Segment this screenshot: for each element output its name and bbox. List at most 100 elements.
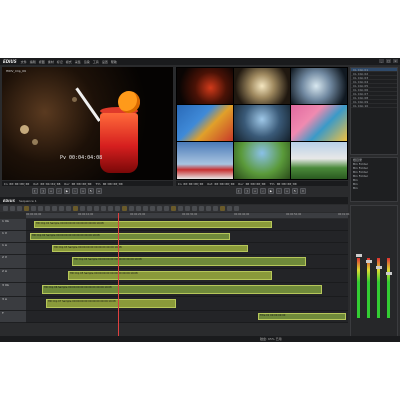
asset-bin[interactable]: CL Clip 01 CL Clip 02 CL Clip 03 CL Clip 04… [350, 67, 398, 155]
track-lane[interactable]: HD Clip 02 Sample 00:00:00:00 00:00:00 0… [26, 231, 348, 243]
track-lane[interactable]: HD Clip 04 Sample 00:00:00:00 00:00:00 0… [26, 255, 348, 269]
timeline-tool-icon[interactable] [129, 206, 134, 211]
timeline-clip[interactable]: HD Clip 07 Sample 00:00:00:00 00:00:00 0… [46, 299, 176, 308]
track-lane[interactable]: Title 01 00:00:00:00 [26, 311, 348, 323]
menu-item-5[interactable]: 模式 [66, 60, 72, 64]
timeline-tool-icon[interactable] [206, 206, 211, 211]
playhead[interactable] [118, 213, 119, 339]
set-in-button[interactable]: [ [32, 188, 38, 194]
menu-item-2[interactable]: 视图 [39, 60, 45, 64]
track-lane[interactable]: HD Clip 01 Sample 00:00:00:00 00:00:00 0… [26, 219, 348, 231]
timeline-tool-icon[interactable] [171, 206, 176, 211]
track-header[interactable]: 1 A [0, 243, 26, 255]
volume-fader[interactable] [376, 266, 382, 269]
maximize-button[interactable]: □ [386, 59, 391, 63]
menu-item-1[interactable]: 编辑 [30, 60, 36, 64]
rec-export-button[interactable]: ⇪ [300, 188, 306, 194]
track-header[interactable]: 3 VA [0, 283, 26, 297]
timeline-tool-icon[interactable] [31, 206, 36, 211]
rec-step-forward-button[interactable]: › [276, 188, 282, 194]
track-header[interactable]: 2 V [0, 255, 26, 269]
timeline-tool-icon[interactable] [108, 206, 113, 211]
menu-item-3[interactable]: 素材 [48, 60, 54, 64]
timeline-tool-icon[interactable] [3, 206, 8, 211]
rec-rewind-button[interactable]: « [252, 188, 258, 194]
step-back-button[interactable]: ‹ [56, 188, 62, 194]
timeline-tool-icon[interactable] [192, 206, 197, 211]
menu-item-6[interactable]: 采集 [75, 60, 81, 64]
loop-button[interactable]: ↻ [88, 188, 94, 194]
timeline-tool-icon[interactable] [227, 206, 232, 211]
close-button[interactable]: × [393, 59, 398, 63]
timeline-tool-icon[interactable] [220, 206, 225, 211]
timeline-tool-icon[interactable] [94, 206, 99, 211]
recorder-preview[interactable] [176, 67, 348, 180]
timeline-tool-icon[interactable] [10, 206, 15, 211]
timeline-tool-icon[interactable] [24, 206, 29, 211]
timeline-tool-icon[interactable] [213, 206, 218, 211]
timeline-clip[interactable]: HD Clip 02 Sample 00:00:00:00 00:00:00 0… [30, 233, 230, 240]
menu-item-9[interactable]: 设置 [102, 60, 108, 64]
folder-item[interactable]: Bin [351, 186, 397, 190]
track-header[interactable]: 3 A [0, 297, 26, 311]
timeline-clip[interactable]: HD Clip 06 Sample 00:00:00:00 00:00:00 0… [42, 285, 322, 294]
timeline-tool-icon[interactable] [157, 206, 162, 211]
rec-set-in-button[interactable]: [ [236, 188, 242, 194]
timeline-tool-icon[interactable] [101, 206, 106, 211]
timeline-tool-icon[interactable] [17, 206, 22, 211]
timeline-tool-icon[interactable] [234, 206, 239, 211]
timeline-clip[interactable]: HD Clip 01 Sample 00:00:00:00 00:00:00 0… [34, 221, 272, 228]
timeline-tool-icon[interactable] [52, 206, 57, 211]
track-lane[interactable]: HD Clip 06 Sample 00:00:00:00 00:00:00 0… [26, 283, 348, 297]
rec-fast-forward-button[interactable]: » [284, 188, 290, 194]
timeline-clip[interactable]: Title 01 00:00:00:00 [258, 313, 346, 320]
timeline-tool-icon[interactable] [87, 206, 92, 211]
track-header[interactable]: 2 A [0, 269, 26, 283]
timeline-tool-icon[interactable] [178, 206, 183, 211]
rec-loop-button[interactable]: ↻ [292, 188, 298, 194]
play-button[interactable]: ▶ [64, 188, 70, 194]
timeline-tool-icon[interactable] [38, 206, 43, 211]
timeline-clip[interactable]: HD Clip 04 Sample 00:00:00:00 00:00:00 0… [72, 257, 306, 266]
timeline-tool-icon[interactable] [115, 206, 120, 211]
volume-fader[interactable] [356, 254, 362, 257]
track-lane[interactable]: HD Clip 03 Sample 00:00:00:00 00:00:00 0… [26, 243, 348, 255]
insert-button[interactable]: + [96, 188, 102, 194]
timeline-tool-icon[interactable] [45, 206, 50, 211]
menu-item-8[interactable]: 工具 [93, 60, 99, 64]
timeline-tracks[interactable]: 1 VA HD Clip 01 Sample 00:00:00:00 00:00:… [0, 219, 348, 339]
minimize-button[interactable]: _ [379, 59, 384, 63]
timeline-tool-icon[interactable] [122, 206, 127, 211]
timeline-tool-icon[interactable] [73, 206, 78, 211]
rec-set-out-button[interactable]: ] [244, 188, 250, 194]
timeline-clip[interactable]: HD Clip 03 Sample 00:00:00:00 00:00:00 0… [52, 245, 248, 252]
volume-fader[interactable] [366, 260, 372, 263]
timeline-tool-icon[interactable] [143, 206, 148, 211]
track-lane[interactable]: HD Clip 07 Sample 00:00:00:00 00:00:00 0… [26, 297, 348, 311]
rec-play-button[interactable]: ▶ [268, 188, 274, 194]
timeline-clip[interactable]: HD Clip 05 Sample 00:00:00:00 00:00:00 0… [68, 271, 272, 280]
timeline-tool-icon[interactable] [136, 206, 141, 211]
sequence-name[interactable]: Sequence 1 [19, 199, 37, 203]
track-header[interactable]: T [0, 311, 26, 323]
track-header[interactable]: 1 V [0, 231, 26, 243]
timeline-tool-icon[interactable] [185, 206, 190, 211]
menu-item-10[interactable]: 帮助 [111, 60, 117, 64]
rewind-button[interactable]: « [48, 188, 54, 194]
step-forward-button[interactable]: › [72, 188, 78, 194]
set-out-button[interactable]: ] [40, 188, 46, 194]
rec-step-back-button[interactable]: ‹ [260, 188, 266, 194]
menu-item-7[interactable]: 渲染 [84, 60, 90, 64]
menu-item-4[interactable]: 标记 [57, 60, 63, 64]
track-lane[interactable]: HD Clip 05 Sample 00:00:00:00 00:00:00 0… [26, 269, 348, 283]
timeline-tool-icon[interactable] [80, 206, 85, 211]
bin-item[interactable]: CL Clip 10 [351, 104, 397, 108]
timeline-ruler[interactable]: 00:00:00;00 00:00:10;00 00:00:20;00 00:00:3… [26, 213, 353, 218]
fast-forward-button[interactable]: » [80, 188, 86, 194]
player-preview[interactable]: HIDV_Clip_09 Pv 00:04:04:08 [2, 67, 173, 180]
timeline-tool-icon[interactable] [150, 206, 155, 211]
timeline-tool-icon[interactable] [164, 206, 169, 211]
track-header[interactable]: 1 VA [0, 219, 26, 231]
volume-fader[interactable] [386, 272, 392, 275]
timeline-tool-icon[interactable] [199, 206, 204, 211]
